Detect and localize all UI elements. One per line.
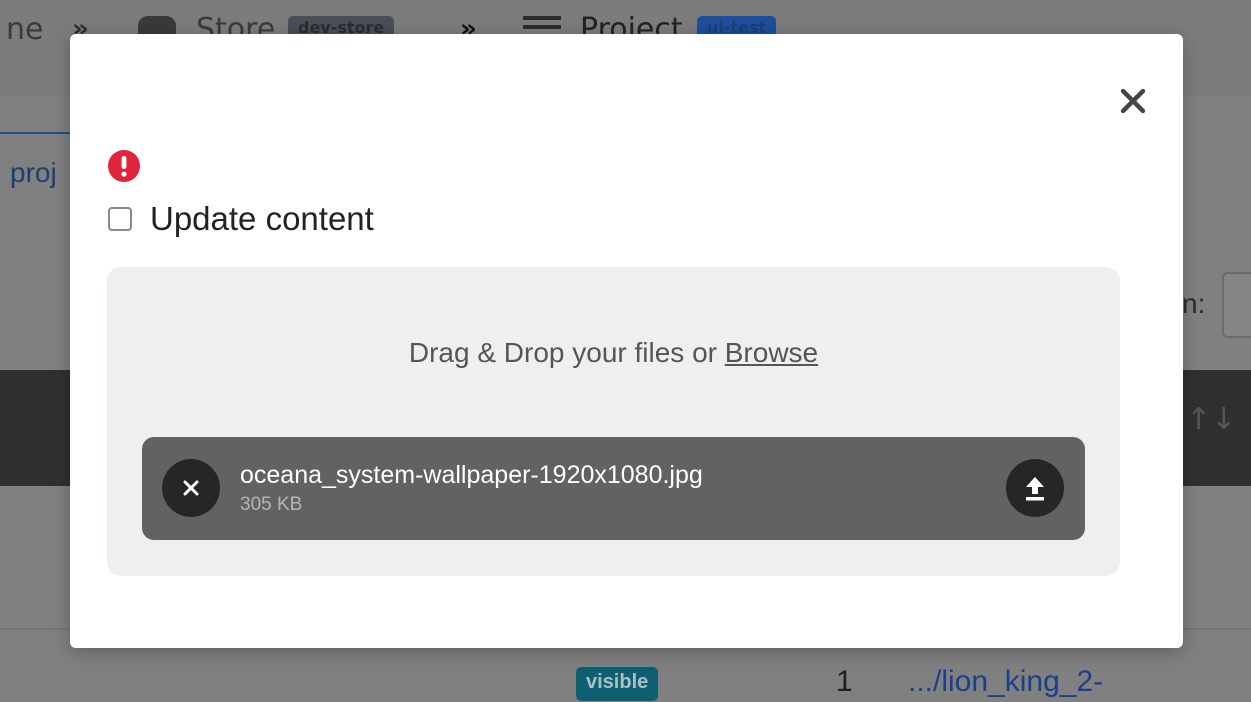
filter-label: n: (1182, 288, 1206, 319)
remove-file-button[interactable] (162, 459, 220, 517)
update-content-checkbox[interactable] (108, 207, 132, 231)
dropzone-prompt: Drag & Drop your files or Browse (107, 337, 1120, 369)
tab-project-label: proj (10, 157, 57, 188)
exclamation-circle-icon (108, 150, 140, 182)
update-content-label[interactable]: Update content (150, 200, 374, 238)
file-item: oceana_system-wallpaper-1920x1080.jpg 30… (142, 437, 1085, 540)
upload-icon (1026, 477, 1044, 501)
breadcrumb-home[interactable]: ne (6, 12, 43, 47)
row-number: 1 (836, 665, 853, 698)
dropzone-prompt-text: Drag & Drop your files or (408, 337, 725, 368)
browse-link[interactable]: Browse (725, 337, 818, 368)
sort-icon[interactable]: ↑↓ (1186, 402, 1236, 437)
file-dropzone[interactable]: Drag & Drop your files or Browse oceana_… (107, 267, 1120, 576)
upload-file-button[interactable] (1006, 459, 1064, 517)
upload-modal: Update content Drag & Drop your files or… (70, 34, 1183, 648)
file-link[interactable]: .../lion_king_2- (908, 665, 1103, 699)
update-content-row: Update content (108, 200, 374, 238)
file-name: oceana_system-wallpaper-1920x1080.jpg (240, 461, 703, 489)
file-size: 305 KB (240, 494, 303, 515)
filter-input[interactable] (1222, 272, 1251, 338)
status-badge: visible (576, 667, 659, 701)
close-icon (183, 480, 199, 496)
close-icon[interactable] (1116, 84, 1150, 118)
